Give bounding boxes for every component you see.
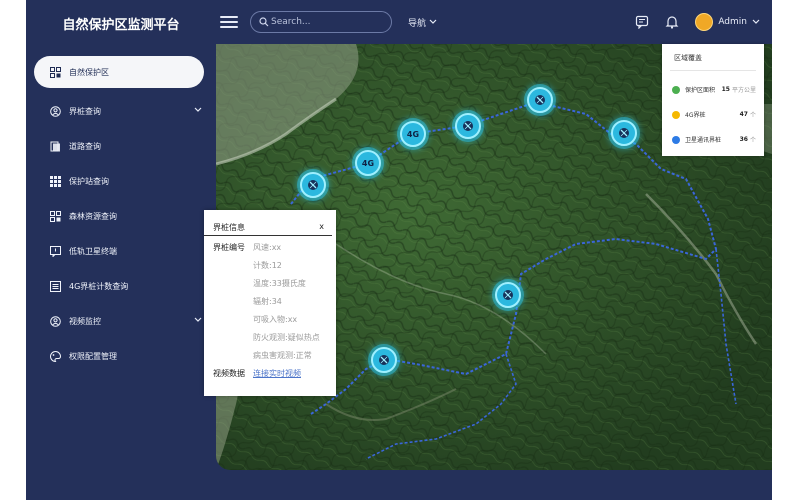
legend-value: 36 — [739, 136, 748, 143]
popup-field: 辐射:34 — [253, 296, 282, 306]
legend-dot-icon — [672, 85, 680, 94]
sidebar-item-label: 界桩查询 — [69, 107, 101, 116]
boundary-marker-4g-icon[interactable]: 4G — [355, 150, 381, 176]
search-icon — [259, 17, 269, 27]
app-shell: 自然保护区监测平台 导航 Admin 自然保护区界桩查询道路查询保护站查询森林资… — [26, 0, 772, 500]
boundary-marker-icon[interactable] — [611, 120, 637, 146]
sidebar-item-label: 保护站查询 — [69, 177, 109, 186]
popup-field: 温度:33摄氏度 — [253, 278, 306, 288]
marker-id-label: 界桩编号 — [213, 242, 245, 252]
legend-label: 保护区面积 — [685, 87, 716, 94]
region-coverage-legend: 区域覆盖 保护区面积 15 平方公里 4G界桩 47 个卫星通讯界桩 36 个 — [662, 44, 764, 156]
top-bar: 导航 Admin — [216, 0, 772, 44]
legend-dot-icon — [672, 135, 680, 144]
legend-divider — [670, 70, 756, 71]
top-right-tools: Admin — [635, 13, 772, 31]
grid-icon — [50, 66, 61, 78]
live-video-link[interactable]: 连接实时视频 — [253, 368, 301, 379]
sidebar-item-label: 权限配置管理 — [69, 352, 117, 361]
user-circle-icon — [50, 316, 61, 327]
sidebar-item-label: 视频监控 — [69, 317, 101, 326]
boundary-marker-icon[interactable] — [527, 87, 553, 113]
legend-row: 保护区面积 15 平方公里 — [662, 77, 764, 102]
legend-dot-icon — [672, 110, 680, 119]
sidebar-item[interactable]: 低轨卫星终端 — [26, 234, 216, 269]
sidebar-item-label: 4G界桩计数查询 — [69, 282, 129, 291]
popup-row: 温度:33摄氏度 — [204, 274, 336, 292]
search-input[interactable] — [269, 16, 373, 28]
popup-title: 界桩信息 — [213, 223, 245, 232]
popup-row: 防火观测:疑似热点 — [204, 328, 336, 346]
avatar — [695, 13, 714, 31]
popup-row: 辐射:34 — [204, 292, 336, 310]
legend-unit: 个 — [749, 137, 756, 144]
chevron-down-icon — [429, 19, 437, 24]
sidebar-item[interactable]: 森林资源查询 — [26, 199, 216, 234]
marker-info-popup: 界桩信息 x 界桩编号 风速:xx 计数:12 温度:33摄氏度 辐射:34 可… — [204, 210, 336, 396]
boundary-marker-4g-icon[interactable]: 4G — [400, 121, 426, 147]
sidebar-item-label: 森林资源查询 — [69, 212, 117, 221]
popup-row: 视频数据 连接实时视频 — [204, 364, 336, 382]
chevron-down-icon — [194, 106, 202, 115]
sidebar: 自然保护区界桩查询道路查询保护站查询森林资源查询 低轨卫星终端 4G界桩计数查询 视频… — [26, 46, 216, 500]
legend-unit: 平方公里 — [731, 87, 756, 94]
document-icon — [50, 141, 61, 152]
legend-value: 15 — [721, 86, 730, 93]
sidebar-item-label: 道路查询 — [69, 142, 101, 151]
sidebar-item-label: 自然保护区 — [69, 67, 109, 77]
popup-row: 计数:12 — [204, 256, 336, 274]
sidebar-item[interactable]: 4G界桩计数查询 — [26, 269, 216, 304]
popup-field: 计数:12 — [253, 260, 282, 270]
video-data-label: 视频数据 — [213, 368, 245, 378]
menu-toggle-icon[interactable] — [220, 13, 238, 31]
grid-icon — [50, 211, 61, 222]
chevron-down-icon — [194, 316, 202, 325]
nav-dropdown-label: 导航 — [408, 18, 427, 29]
sidebar-item[interactable]: 权限配置管理 — [26, 339, 216, 374]
popup-field: 可吸入物:xx — [253, 314, 298, 324]
user-circle-icon — [50, 106, 61, 117]
legend-rows: 保护区面积 15 平方公里 4G界桩 47 个卫星通讯界桩 36 个 — [662, 77, 764, 152]
search-box[interactable] — [250, 11, 392, 33]
popup-header: 界桩信息 x — [204, 210, 332, 236]
popup-field: 防火观测:疑似热点 — [253, 332, 320, 342]
palette-icon — [50, 351, 61, 362]
list-icon — [50, 281, 61, 292]
popup-row: 界桩编号 风速:xx — [204, 238, 336, 256]
bell-icon[interactable] — [665, 15, 679, 29]
chevron-down-icon — [752, 19, 760, 24]
legend-row: 卫星通讯界桩 36 个 — [662, 127, 764, 152]
sidebar-item[interactable]: 保护站查询 — [26, 164, 216, 199]
boundary-marker-icon[interactable] — [455, 113, 481, 139]
boundary-marker-icon[interactable] — [371, 347, 397, 373]
dots-grid-icon — [50, 176, 61, 187]
popup-field: 风速:xx — [253, 242, 282, 252]
boundary-marker-icon[interactable] — [300, 172, 326, 198]
legend-label: 卫星通讯界桩 — [685, 137, 722, 144]
message-icon[interactable] — [635, 15, 649, 29]
sidebar-item[interactable]: 界桩查询 — [26, 94, 216, 129]
legend-row: 4G界桩 47 个 — [662, 102, 764, 127]
legend-unit: 个 — [749, 112, 756, 119]
close-icon[interactable]: x — [319, 222, 324, 233]
app-title: 自然保护区监测平台 — [62, 17, 180, 33]
popup-row: 可吸入物:xx — [204, 310, 336, 328]
legend-title: 区域覆盖 — [674, 54, 702, 62]
sidebar-item[interactable]: 自然保护区 — [34, 56, 204, 88]
user-menu[interactable]: Admin — [695, 13, 760, 31]
legend-value: 47 — [739, 111, 748, 118]
popup-field: 病虫害观测:正常 — [253, 350, 312, 360]
sidebar-item[interactable]: 视频监控 — [26, 304, 216, 339]
sidebar-item[interactable]: 道路查询 — [26, 129, 216, 164]
sidebar-item-label: 低轨卫星终端 — [69, 247, 117, 256]
boundary-marker-icon[interactable] — [495, 282, 521, 308]
legend-label: 4G界桩 — [685, 112, 706, 119]
message-alert-icon — [50, 246, 61, 257]
popup-row: 病虫害观测:正常 — [204, 346, 336, 364]
nav-dropdown[interactable]: 导航 — [408, 16, 437, 29]
username: Admin — [718, 17, 747, 27]
